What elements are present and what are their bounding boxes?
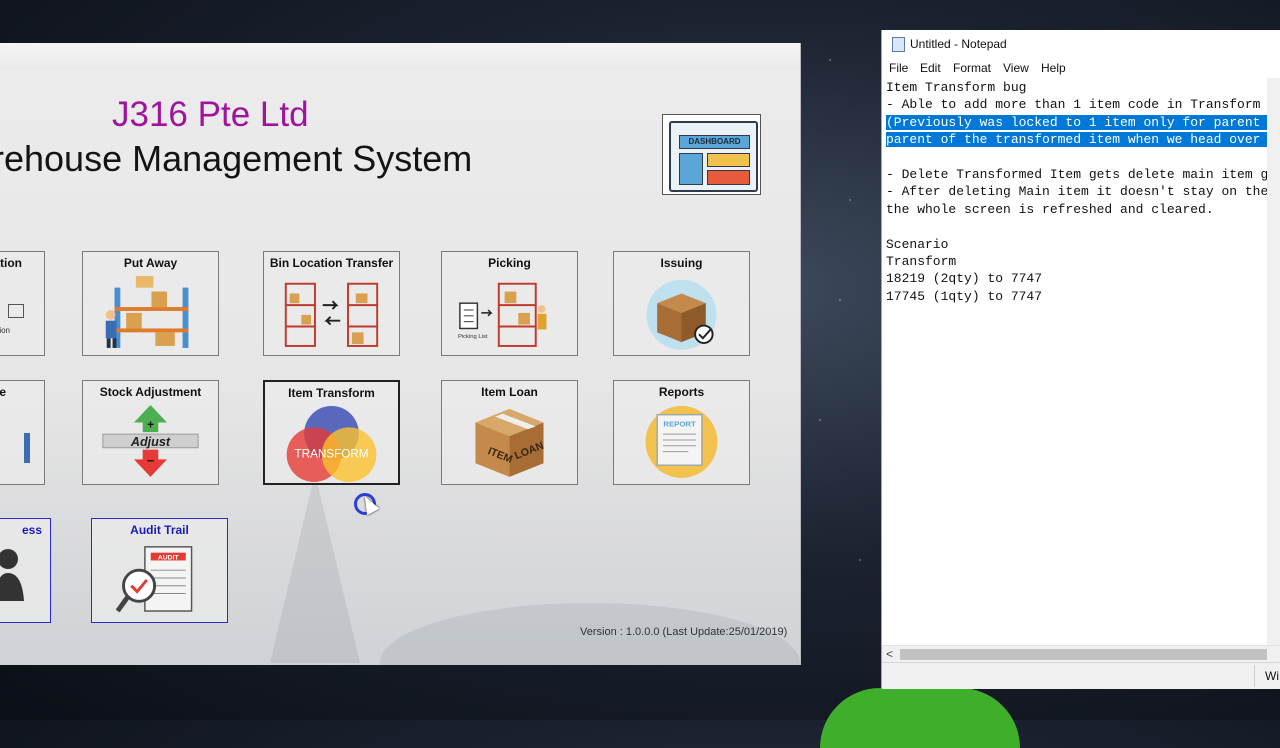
system-name: rehouse Management System	[0, 138, 473, 179]
report-document-icon: REPORT	[645, 405, 718, 478]
scrollbar-thumb[interactable]	[900, 649, 1267, 660]
partial-tile-row1-sub: ion	[0, 326, 10, 335]
picking-tile[interactable]: Picking Picking List	[441, 251, 578, 356]
company-name: J316 Pte Ltd	[112, 95, 309, 134]
menu-edit[interactable]: Edit	[920, 61, 941, 75]
menu-file[interactable]: File	[889, 61, 908, 75]
item-transform-label: Item Transform	[288, 386, 375, 400]
partial-tile-row2[interactable]: e	[0, 380, 45, 485]
box-check-icon	[646, 279, 717, 350]
put-away-label: Put Away	[123, 256, 178, 270]
notepad-line: (Previously was locked to 1 item only fo…	[886, 114, 1280, 131]
notepad-text-area[interactable]: Item Transform bug - Able to add more tha…	[886, 79, 1280, 645]
menu-view[interactable]: View	[1003, 61, 1029, 75]
partial-tile-row1[interactable]: ation ion	[0, 251, 45, 356]
status-separator	[1254, 665, 1255, 687]
notepad-line: 17745 (1qty) to 7747	[886, 288, 1043, 304]
version-text: Version : 1.0.0.0 (Last Update:25/01/201…	[580, 626, 788, 638]
svg-text:+: +	[147, 418, 154, 431]
notepad-horizontal-scrollbar[interactable]: <	[882, 645, 1280, 663]
reports-tile[interactable]: Reports REPORT	[613, 380, 750, 485]
audit-trail-tile[interactable]: Audit Trail AUDIT	[91, 518, 228, 623]
warehouse-shelf-icon	[105, 275, 189, 348]
notepad-line: 18219 (2qty) to 7747	[886, 271, 1043, 287]
issuing-tile[interactable]: Issuing	[613, 251, 750, 356]
reports-label: Reports	[658, 385, 705, 399]
notepad-vertical-scrollbar[interactable]	[1267, 78, 1280, 645]
notepad-title: Untitled - Notepad	[910, 37, 1007, 51]
transform-word: TRANSFORM	[294, 448, 368, 461]
notepad-status-bar: Wi	[882, 662, 1280, 689]
partial-tile-row1-label: ation	[0, 256, 22, 270]
picking-list-icon: Picking List	[458, 282, 547, 347]
dashboard-panel-yellow	[707, 153, 750, 167]
picking-label: Picking	[488, 256, 531, 270]
dashboard-button[interactable]: DASHBOARD	[662, 114, 761, 195]
notepad-line: Item Transform bug	[886, 80, 1027, 95]
dashboard-panel-red	[707, 170, 750, 185]
scroll-left-arrow-icon[interactable]: <	[886, 647, 893, 661]
partial-icon	[24, 433, 30, 463]
adjust-arrows-icon: + Adjust −	[102, 404, 199, 477]
notepad-line	[886, 149, 1280, 166]
notepad-menu-bar: File Edit Format View Help	[882, 58, 1280, 78]
background-tree	[270, 473, 360, 663]
stock-adjustment-label: Stock Adjustment	[99, 385, 202, 399]
stock-adjustment-tile[interactable]: Stock Adjustment + Adjust −	[82, 380, 219, 485]
dashboard-icon: DASHBOARD	[669, 121, 758, 192]
menu-help[interactable]: Help	[1041, 61, 1066, 75]
picking-list-caption: Picking List	[458, 334, 488, 340]
monitor-icon	[8, 304, 24, 318]
dashboard-label: DASHBOARD	[679, 135, 750, 149]
loan-box-icon: ITEM LOAN	[475, 408, 545, 477]
notepad-window: Untitled - Notepad File Edit Format View…	[881, 30, 1280, 689]
notepad-line: parent of the transformed item when we h…	[886, 131, 1280, 148]
partial-tile-row3[interactable]: ess	[0, 518, 51, 623]
notepad-line: - After deleting Main item it doesn't st…	[886, 184, 1280, 200]
user-silhouette-icon	[0, 549, 24, 601]
bin-location-transfer-label: Bin Location Transfer	[269, 256, 394, 270]
dashboard-panel-left	[679, 153, 703, 185]
item-loan-label: Item Loan	[481, 385, 538, 399]
notepad-line: Transform	[886, 254, 957, 270]
audit-word: AUDIT	[158, 554, 180, 561]
audit-magnifier-icon: AUDIT	[115, 546, 193, 613]
svg-text:−: −	[147, 454, 154, 468]
partial-tile-row3-label: ess	[21, 523, 42, 537]
bin-transfer-icon	[284, 282, 379, 347]
issuing-label: Issuing	[660, 256, 703, 270]
partial-tile-row2-label: e	[0, 385, 44, 399]
bin-location-transfer-tile[interactable]: Bin Location Transfer	[263, 251, 400, 356]
notepad-line: - Delete Transformed Item gets delete ma…	[886, 167, 1280, 183]
window-title-bar	[0, 43, 800, 71]
transform-circles-icon: TRANSFORM	[286, 405, 377, 482]
report-word: REPORT	[663, 419, 696, 428]
item-loan-tile[interactable]: Item Loan ITEM LOAN	[441, 380, 578, 485]
wms-main-window: J316 Pte Ltd rehouse Management System D…	[0, 43, 801, 665]
notepad-line	[886, 218, 1280, 235]
notepad-line: the whole screen is refreshed and cleare…	[886, 201, 1214, 217]
notepad-title-bar[interactable]: Untitled - Notepad	[882, 30, 1280, 58]
menu-format[interactable]: Format	[953, 61, 991, 75]
desktop-tent-shape	[820, 688, 1020, 748]
status-text: Wi	[1265, 669, 1279, 683]
notepad-app-icon	[892, 37, 905, 52]
notepad-line: Scenario	[886, 236, 949, 252]
notepad-line: - Able to add more than 1 item code in T…	[886, 97, 1280, 113]
audit-trail-label: Audit Trail	[130, 523, 189, 537]
item-transform-tile[interactable]: Item Transform TRANSFORM	[263, 380, 400, 485]
put-away-tile[interactable]: Put Away	[82, 251, 219, 356]
adjust-word: Adjust	[130, 435, 171, 449]
